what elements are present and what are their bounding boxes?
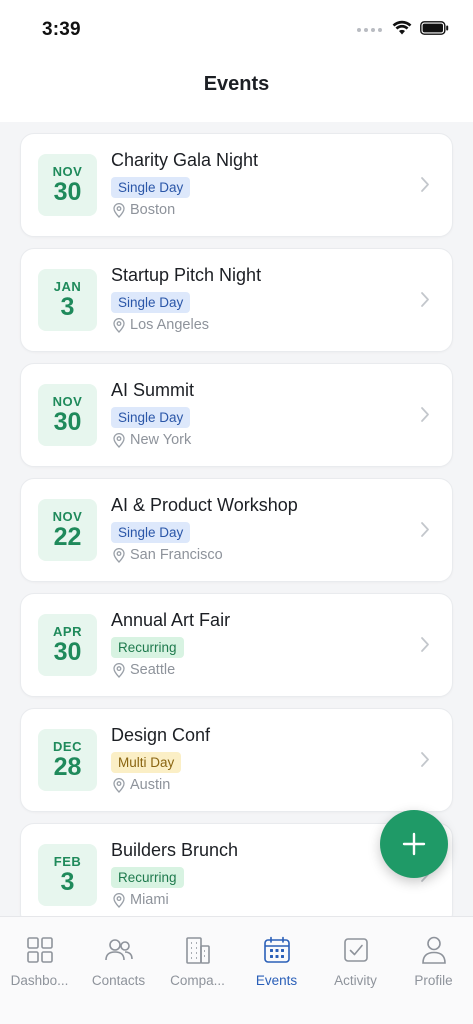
event-location-text: Austin [130, 777, 171, 793]
tab-label: Dashbo... [10, 973, 69, 988]
page-title: Events [203, 72, 270, 95]
event-month: APR [53, 624, 82, 639]
event-location: Austin [113, 777, 170, 793]
event-type-badge: Single Day [111, 522, 191, 543]
plus-icon [402, 832, 426, 856]
event-day: 30 [53, 178, 82, 206]
calendar-icon [263, 935, 291, 965]
event-card[interactable]: NOV 22 AI & Product Workshop Single Day San … [20, 478, 453, 582]
event-location-text: San Francisco [130, 547, 223, 563]
event-location: Los Angeles [113, 317, 209, 333]
event-title: Annual Art Fair [111, 610, 231, 630]
chevron-right-icon [420, 521, 430, 543]
event-title: AI Summit [111, 380, 195, 400]
chevron-right-icon [420, 176, 430, 198]
tab-companies[interactable]: Compa... [158, 917, 237, 997]
event-title: Charity Gala Night [111, 150, 259, 170]
activity-icon [342, 935, 370, 965]
event-location: Miami [113, 892, 169, 908]
nav-header: Events [0, 60, 473, 122]
event-month: FEB [53, 854, 82, 869]
cellular-signal-icon [357, 28, 382, 32]
event-day: 30 [53, 638, 82, 666]
event-month: DEC [53, 739, 82, 754]
tab-label: Activity [334, 973, 377, 988]
tab-events[interactable]: Events [237, 917, 316, 997]
profile-icon [420, 935, 448, 965]
event-location: Boston [113, 202, 175, 218]
tab-label: Compa... [170, 973, 225, 988]
event-date-box: NOV 30 [38, 154, 97, 216]
event-title: Design Conf [111, 725, 211, 745]
event-type-badge: Multi Day [111, 752, 182, 773]
event-day: 30 [53, 408, 82, 436]
location-pin-icon [113, 662, 125, 678]
event-type-badge: Recurring [111, 867, 184, 888]
location-pin-icon [113, 202, 125, 218]
location-pin-icon [113, 547, 125, 563]
event-month: NOV [52, 394, 83, 409]
tab-label: Profile [414, 973, 453, 988]
event-month: JAN [53, 279, 82, 294]
event-month: NOV [52, 164, 83, 179]
contacts-icon [104, 935, 134, 965]
tab-activity[interactable]: Activity [316, 917, 395, 997]
location-pin-icon [113, 892, 125, 908]
event-list[interactable]: NOV 30 Charity Gala Night Single Day Boston J… [0, 122, 473, 916]
event-day: 28 [53, 753, 82, 781]
event-day: 3 [60, 868, 75, 896]
event-card[interactable]: JAN 3 Startup Pitch Night Single Day Los Ang… [20, 248, 453, 352]
wifi-icon [392, 20, 412, 40]
tab-bar: Dashbo... Contacts Compa... Events Activ… [0, 916, 473, 1024]
event-location-text: New York [130, 432, 192, 448]
event-title: Startup Pitch Night [111, 265, 262, 285]
tab-label: Contacts [91, 973, 146, 988]
event-location: San Francisco [113, 547, 223, 563]
battery-icon [420, 20, 449, 40]
event-date-box: DEC 28 [38, 729, 97, 791]
events-screen: 3:39 Events NOV 30 Charity Gala Night Si… [0, 0, 473, 1024]
location-pin-icon [113, 777, 125, 793]
event-day: 3 [60, 293, 75, 321]
tab-label: Events [255, 973, 298, 988]
chevron-right-icon [420, 636, 430, 658]
event-day: 22 [53, 523, 82, 551]
event-location-text: Seattle [130, 662, 176, 678]
add-event-button[interactable] [380, 810, 448, 878]
chevron-right-icon [420, 751, 430, 773]
tab-dashboard[interactable]: Dashbo... [0, 917, 79, 997]
event-location: New York [113, 432, 191, 448]
event-location-text: Boston [130, 202, 176, 218]
chevron-right-icon [420, 291, 430, 313]
event-date-box: FEB 3 [38, 844, 97, 906]
event-location: Seattle [113, 662, 175, 678]
status-bar: 3:39 [0, 0, 473, 60]
event-location-text: Los Angeles [130, 317, 210, 333]
location-pin-icon [113, 432, 125, 448]
dashboard-icon [26, 935, 54, 965]
event-card[interactable]: NOV 30 AI Summit Single Day New York [20, 363, 453, 467]
event-type-badge: Single Day [111, 407, 191, 428]
event-title: AI & Product Workshop [111, 495, 298, 515]
event-month: NOV [52, 509, 83, 524]
tab-contacts[interactable]: Contacts [79, 917, 158, 997]
event-type-badge: Single Day [111, 292, 191, 313]
event-type-badge: Recurring [111, 637, 184, 658]
chevron-right-icon [420, 406, 430, 428]
event-title: Builders Brunch [111, 840, 239, 860]
event-card[interactable]: APR 30 Annual Art Fair Recurring Seattle [20, 593, 453, 697]
status-icons [357, 20, 449, 40]
event-date-box: NOV 22 [38, 499, 97, 561]
companies-icon [184, 935, 212, 965]
event-date-box: APR 30 [38, 614, 97, 676]
tab-profile[interactable]: Profile [394, 917, 473, 997]
event-location-text: Miami [130, 892, 169, 908]
status-time: 3:39 [42, 19, 81, 40]
location-pin-icon [113, 317, 125, 333]
event-card[interactable]: NOV 30 Charity Gala Night Single Day Boston [20, 133, 453, 237]
event-card[interactable]: DEC 28 Design Conf Multi Day Austin [20, 708, 453, 812]
event-date-box: NOV 30 [38, 384, 97, 446]
event-date-box: JAN 3 [38, 269, 97, 331]
event-type-badge: Single Day [111, 177, 191, 198]
